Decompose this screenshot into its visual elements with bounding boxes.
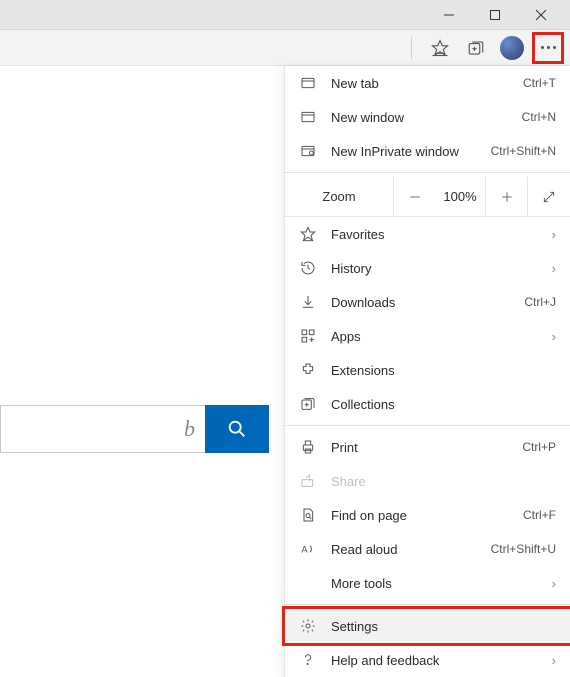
- collections-icon: [299, 396, 317, 412]
- menu-new-inprivate[interactable]: New InPrivate window Ctrl+Shift+N: [285, 134, 570, 168]
- menu-label: Favorites: [331, 227, 538, 242]
- menu-print[interactable]: Print Ctrl+P: [285, 430, 570, 464]
- toolbar: [0, 30, 570, 66]
- menu-shortcut: Ctrl+T: [523, 76, 556, 90]
- collections-icon[interactable]: [460, 32, 492, 64]
- history-icon: [299, 260, 317, 276]
- search-button[interactable]: [205, 405, 269, 453]
- minimize-button[interactable]: [432, 0, 466, 30]
- settings-icon: [299, 618, 317, 634]
- maximize-button[interactable]: [478, 0, 512, 30]
- bookmark-star-icon[interactable]: [0, 32, 250, 64]
- menu-label: Find on page: [331, 508, 509, 523]
- menu-shortcut: Ctrl+P: [522, 440, 556, 454]
- menu-label: History: [331, 261, 538, 276]
- more-menu-button[interactable]: [532, 32, 564, 64]
- search-input[interactable]: b: [0, 405, 205, 453]
- menu-label: Settings: [331, 619, 556, 634]
- zoom-in-button[interactable]: [485, 177, 527, 217]
- menu-label: Collections: [331, 397, 556, 412]
- menu-new-tab[interactable]: New tab Ctrl+T: [285, 66, 570, 100]
- new-tab-icon: [299, 75, 317, 91]
- find-icon: [299, 507, 317, 523]
- inprivate-icon: [299, 143, 317, 159]
- svg-text:A: A: [301, 544, 308, 554]
- menu-more-tools[interactable]: More tools ›: [285, 566, 570, 600]
- menu-label: Downloads: [331, 295, 510, 310]
- menu-shortcut: Ctrl+Shift+U: [491, 542, 556, 556]
- extensions-icon: [299, 362, 317, 378]
- zoom-label: Zoom: [285, 189, 393, 204]
- menu-label: Extensions: [331, 363, 556, 378]
- menu-extensions[interactable]: Extensions: [285, 353, 570, 387]
- menu-favorites[interactable]: Favorites ›: [285, 217, 570, 251]
- menu-history[interactable]: History ›: [285, 251, 570, 285]
- bing-logo-icon: b: [184, 416, 195, 442]
- favorites-star-icon[interactable]: [424, 32, 456, 64]
- profile-avatar[interactable]: [496, 32, 528, 64]
- menu-settings[interactable]: Settings: [285, 609, 570, 643]
- menu-shortcut: Ctrl+Shift+N: [491, 144, 556, 158]
- window-titlebar: [0, 0, 570, 30]
- menu-shortcut: Ctrl+J: [524, 295, 556, 309]
- menu-downloads[interactable]: Downloads Ctrl+J: [285, 285, 570, 319]
- chevron-right-icon: ›: [552, 329, 556, 344]
- menu-share: Share: [285, 464, 570, 498]
- more-menu: New tab Ctrl+T New window Ctrl+N New InP…: [284, 66, 570, 677]
- menu-help-feedback[interactable]: Help and feedback ›: [285, 643, 570, 677]
- menu-label: New tab: [331, 76, 509, 91]
- avatar-icon: [500, 36, 524, 60]
- menu-find-on-page[interactable]: Find on page Ctrl+F: [285, 498, 570, 532]
- apps-icon: [299, 328, 317, 344]
- chevron-right-icon: ›: [552, 261, 556, 276]
- menu-divider: [285, 425, 570, 426]
- print-icon: [299, 439, 317, 455]
- ellipsis-icon: [541, 46, 556, 49]
- zoom-out-button[interactable]: [393, 177, 435, 217]
- menu-apps[interactable]: Apps ›: [285, 319, 570, 353]
- new-window-icon: [299, 109, 317, 125]
- menu-divider: [285, 604, 570, 605]
- close-button[interactable]: [524, 0, 558, 30]
- chevron-right-icon: ›: [552, 653, 556, 668]
- menu-label: New InPrivate window: [331, 144, 477, 159]
- downloads-icon: [299, 294, 317, 310]
- read-aloud-icon: A: [299, 541, 317, 557]
- menu-shortcut: Ctrl+F: [523, 508, 556, 522]
- menu-zoom-row: Zoom 100%: [285, 177, 570, 217]
- chevron-right-icon: ›: [552, 227, 556, 242]
- toolbar-separator: [411, 37, 412, 59]
- menu-label: Read aloud: [331, 542, 477, 557]
- menu-divider: [285, 172, 570, 173]
- favorites-icon: [299, 226, 317, 242]
- menu-label: More tools: [331, 576, 538, 591]
- menu-label: Share: [331, 474, 556, 489]
- menu-label: New window: [331, 110, 508, 125]
- menu-label: Apps: [331, 329, 538, 344]
- search-area: b: [0, 405, 269, 453]
- menu-read-aloud[interactable]: A Read aloud Ctrl+Shift+U: [285, 532, 570, 566]
- menu-label: Help and feedback: [331, 653, 538, 668]
- share-icon: [299, 473, 317, 489]
- fullscreen-button[interactable]: [527, 177, 569, 217]
- help-icon: [299, 652, 317, 668]
- zoom-value: 100%: [435, 189, 485, 204]
- menu-label: Print: [331, 440, 508, 455]
- menu-new-window[interactable]: New window Ctrl+N: [285, 100, 570, 134]
- search-icon: [226, 418, 248, 440]
- chevron-right-icon: ›: [552, 576, 556, 591]
- menu-shortcut: Ctrl+N: [522, 110, 556, 124]
- menu-collections[interactable]: Collections: [285, 387, 570, 421]
